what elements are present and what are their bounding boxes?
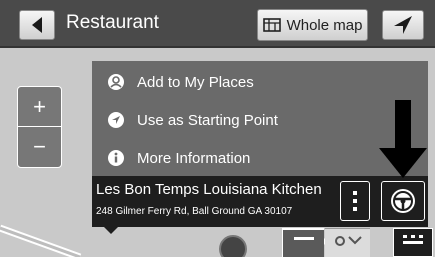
navigation-button[interactable] [382, 10, 424, 40]
starting-point-icon [106, 110, 126, 130]
destination-card[interactable]: Les Bon Temps Louisiana Kitchen 248 Gilm… [92, 176, 428, 227]
location-icon [335, 236, 362, 246]
menu-item-add-to-my-places[interactable]: Add to My Places [92, 63, 428, 101]
menu-lines-icon [294, 237, 314, 240]
destination-name: Les Bon Temps Louisiana Kitchen [96, 181, 322, 198]
map-layer-button[interactable] [282, 228, 324, 257]
menu-item-label: Add to My Places [137, 73, 254, 91]
navigation-arrow-icon [394, 16, 412, 34]
restaurant-pin-icon[interactable] [219, 235, 247, 257]
keypad-button[interactable] [393, 228, 433, 257]
whole-map-button[interactable]: Whole map [257, 9, 368, 41]
back-button[interactable] [19, 10, 55, 40]
zoom-in-button[interactable]: + [18, 87, 61, 127]
chevron-left-icon [32, 17, 42, 33]
zoom-control: + − [17, 86, 62, 168]
menu-item-label: Use as Starting Point [137, 111, 278, 129]
whole-map-label: Whole map [286, 16, 363, 34]
info-icon [106, 148, 126, 168]
start-guidance-button[interactable] [381, 181, 425, 221]
navigation-screen: Restaurant Whole map + − Add to My Place… [0, 0, 435, 257]
steering-wheel-icon [391, 189, 415, 213]
menu-item-label: More Information [137, 149, 251, 167]
map-icon [262, 18, 281, 32]
header-bar: Restaurant Whole map [0, 0, 435, 48]
add-place-icon [106, 72, 126, 92]
more-options-button[interactable] [340, 181, 370, 221]
more-vertical-icon [353, 191, 357, 211]
map-mode-button[interactable] [325, 228, 370, 257]
keypad-icon [403, 235, 423, 244]
page-title: Restaurant [66, 12, 159, 33]
arrow-down-icon [379, 100, 427, 178]
card-pointer [103, 226, 119, 234]
destination-address: 248 Gilmer Ferry Rd, Ball Ground GA 3010… [96, 206, 293, 217]
zoom-out-button[interactable]: − [18, 127, 61, 167]
